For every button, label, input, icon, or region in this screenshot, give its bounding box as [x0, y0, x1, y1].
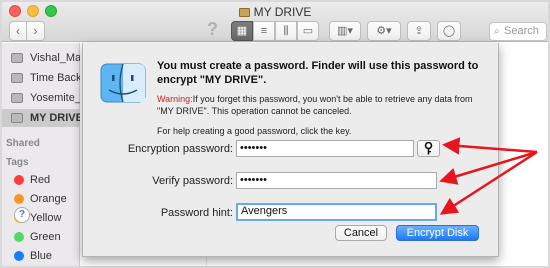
finder-sidebar: Vishal_Mav Time Backu Yosemite_V MY DRIV… [2, 43, 80, 266]
sidebar-item-label: Vishal_Mav [30, 52, 80, 64]
sidebar-item-time-backup[interactable]: Time Backu [2, 69, 80, 87]
sidebar-item-my-drive[interactable]: MY DRIVE [2, 109, 80, 127]
disk-icon [11, 53, 23, 63]
password-hint-field[interactable]: Avengers [236, 203, 437, 221]
tag-dot-icon [14, 232, 24, 242]
sidebar-tag-red[interactable]: Red [2, 171, 80, 189]
tags-button[interactable]: ◯ [437, 21, 461, 41]
icon-view-button[interactable]: ▦ [231, 21, 253, 41]
column-view-button[interactable]: ⫼ [275, 21, 297, 41]
forward-button[interactable]: › [27, 21, 45, 41]
sidebar-tag-blue[interactable]: Blue [2, 247, 80, 265]
tag-dot-icon [14, 175, 24, 185]
arrange-button[interactable]: ▥▾ [329, 21, 361, 41]
sidebar-item-label: MY DRIVE [30, 112, 80, 124]
warning-label: Warning: [157, 94, 193, 104]
window-toolbar: MY DRIVE ‹ › ? ▦ ≡ ⫼ ▭ ▥▾ ⚙▾ ⇪ ◯ ⌕ Searc… [2, 2, 548, 42]
help-icon[interactable]: ? [207, 19, 218, 40]
tags-heading: Tags [6, 157, 29, 168]
tag-dot-icon [14, 251, 24, 261]
list-view-button[interactable]: ≡ [253, 21, 275, 41]
sidebar-item-label: Yosemite_V [30, 92, 80, 104]
password-hint-label: Password hint: [160, 207, 233, 219]
sidebar-item-label: Time Backu [30, 72, 80, 84]
sidebar-tag-orange[interactable]: Orange [2, 190, 80, 208]
dialog-warning: Warning:If you forget this password, you… [157, 93, 487, 117]
search-icon: ⌕ [494, 26, 500, 37]
sidebar-item-label: Green [30, 231, 61, 243]
sidebar-item-label: Blue [30, 250, 53, 262]
password-assistant-key-button[interactable] [417, 140, 440, 157]
back-button[interactable]: ‹ [9, 21, 27, 41]
sidebar-item-yosemite[interactable]: Yosemite_V [2, 89, 80, 107]
verify-password-field[interactable]: ••••••• [236, 172, 437, 189]
cancel-button[interactable]: Cancel [335, 225, 387, 241]
sidebar-tag-green[interactable]: Green [2, 228, 80, 246]
search-input[interactable]: ⌕ Search [489, 22, 547, 41]
sidebar-item-vishal[interactable]: Vishal_Mav [2, 49, 80, 67]
encryption-password-field[interactable]: ••••••• [236, 140, 414, 157]
search-placeholder: Search [504, 25, 539, 37]
dialog-title: You must create a password. Finder will … [157, 60, 479, 86]
encrypt-disk-button[interactable]: Encrypt Disk [396, 225, 479, 241]
cover-flow-button[interactable]: ▭ [297, 21, 319, 41]
key-icon [424, 141, 433, 155]
disk-icon [11, 93, 23, 103]
dialog-help-button[interactable]: ? [14, 207, 30, 223]
verify-password-label: Verify password: [152, 175, 233, 187]
dialog-help-text: For help creating a good password, click… [157, 126, 352, 136]
encryption-password-label: Encryption password: [127, 143, 233, 155]
finder-icon [100, 63, 146, 103]
sidebar-item-label: Orange [30, 193, 67, 205]
sidebar-item-label: Yellow [30, 212, 62, 224]
tag-dot-icon [14, 194, 24, 204]
window-title: MY DRIVE [2, 5, 548, 19]
sidebar-item-label: Red [30, 174, 51, 186]
drive-icon [238, 8, 250, 17]
window-title-text: MY DRIVE [253, 5, 312, 19]
share-button[interactable]: ⇪ [407, 21, 431, 41]
disk-icon [11, 113, 23, 123]
warning-text: If you forget this password, you won't b… [157, 94, 473, 116]
disk-icon [11, 73, 23, 83]
action-gear-button[interactable]: ⚙▾ [367, 21, 401, 41]
shared-heading: Shared [6, 138, 40, 149]
